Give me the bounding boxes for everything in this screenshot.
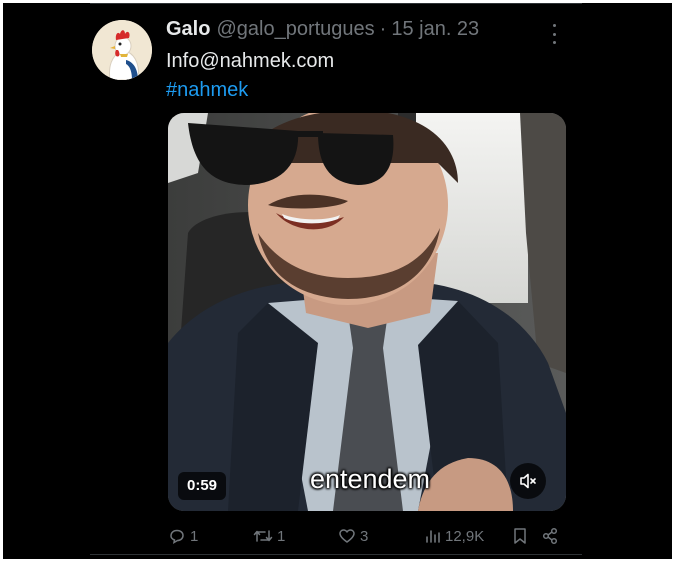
tweet-date[interactable]: 15 jan. 23: [391, 18, 479, 41]
more-options-icon[interactable]: [546, 24, 562, 44]
video-player[interactable]: [168, 113, 566, 511]
tweet-header: Galo @galo_portugues · 15 jan. 23: [166, 18, 479, 46]
rooster-avatar-icon: [92, 20, 152, 80]
like-button[interactable]: 3: [338, 524, 368, 548]
video-duration-badge: 0:59: [178, 472, 227, 500]
views-button[interactable]: 12,9K: [425, 524, 484, 548]
author-handle[interactable]: @galo_portugues: [216, 18, 374, 41]
like-count: 3: [360, 527, 369, 545]
tweet-text-line: Info@nahmek.com: [166, 50, 335, 72]
retweet-icon: [253, 530, 273, 542]
share-button[interactable]: [541, 524, 559, 548]
retweet-count: 1: [277, 527, 286, 545]
heart-icon: [339, 529, 355, 543]
share-icon: [542, 527, 558, 545]
views-chart-icon: [426, 530, 440, 543]
hashtag-link[interactable]: #nahmek: [166, 79, 248, 102]
reply-count: 1: [190, 527, 199, 545]
author-name[interactable]: Galo: [166, 18, 210, 41]
bookmark-button[interactable]: [512, 524, 528, 548]
reply-button[interactable]: 1: [168, 524, 198, 548]
avatar[interactable]: [92, 20, 152, 80]
video-caption: entendem: [309, 464, 431, 494]
reply-icon: [170, 529, 184, 544]
divider: [90, 554, 582, 555]
divider: [90, 3, 582, 4]
video-frame: [168, 113, 566, 511]
retweet-button[interactable]: 1: [253, 524, 285, 548]
bookmark-icon: [514, 528, 526, 544]
mute-button[interactable]: [510, 463, 546, 499]
separator-dot: ·: [379, 18, 387, 40]
view-count: 12,9K: [445, 527, 485, 545]
speaker-muted-icon: [520, 473, 536, 489]
